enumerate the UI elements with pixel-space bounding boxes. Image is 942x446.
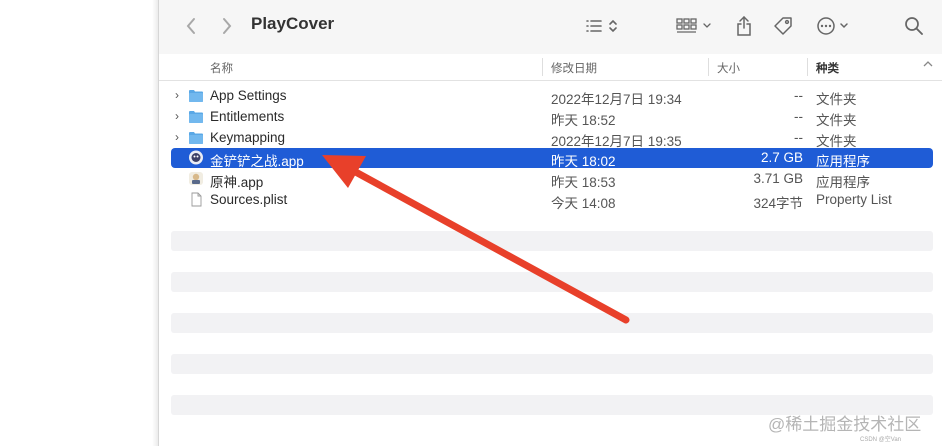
annotation-arrow xyxy=(322,155,630,324)
watermark-subtext: CSDN @空Van xyxy=(860,437,901,443)
watermark-text: @稀土掘金技术社区 xyxy=(768,415,922,434)
